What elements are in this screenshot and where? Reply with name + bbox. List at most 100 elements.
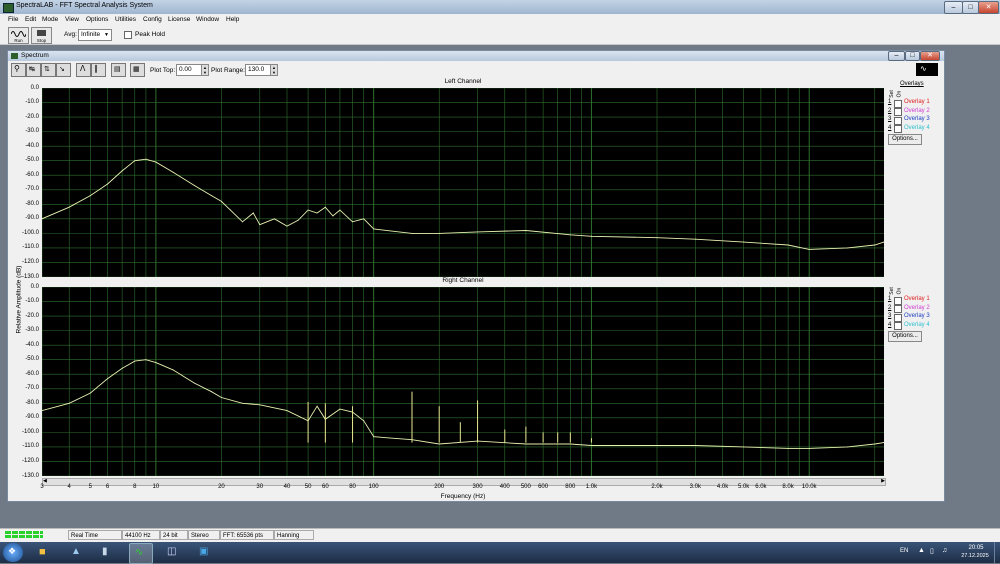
menu-config[interactable]: Config	[143, 16, 162, 23]
right-options-button[interactable]: Options...	[888, 331, 922, 342]
menu-window[interactable]: Window	[196, 16, 219, 23]
plot-top-input[interactable]: 0.00	[176, 64, 202, 76]
peak-marker-button[interactable]: Λ	[76, 63, 91, 77]
avg-label: Avg:	[64, 31, 77, 38]
volume-icon[interactable]: ♫	[942, 547, 947, 554]
clock-date[interactable]: 27.12.2025	[958, 553, 992, 559]
left-data-point	[438, 232, 440, 234]
menu-options[interactable]: Options	[86, 16, 108, 23]
left-y-tick-label: -100.0	[21, 229, 39, 236]
right-overlay-checkbox-2[interactable]	[894, 305, 902, 313]
left-channel-plot[interactable]	[41, 87, 885, 278]
copy-icon: ▤	[114, 66, 121, 73]
plot-top-spinner[interactable]: ▲ ▼	[201, 64, 209, 76]
plot-range-input[interactable]: 130.0	[245, 64, 271, 76]
avg-select[interactable]: Infinite ▼	[78, 29, 112, 41]
zoom-tool-button[interactable]: ⚲	[11, 63, 26, 77]
left-overlay-checkbox-2[interactable]	[894, 108, 902, 116]
menu-file[interactable]: File	[8, 16, 18, 23]
left-overlay-checkbox-4[interactable]	[894, 125, 902, 133]
copy-button[interactable]: ▤	[111, 63, 126, 77]
spectralab-icon: ∿	[135, 547, 144, 558]
x-tick-label: 20	[218, 484, 225, 490]
stop-icon	[37, 30, 46, 36]
right-y-tick-label: -100.0	[21, 428, 39, 435]
minimize-button[interactable]: –	[944, 1, 963, 14]
menu-license[interactable]: License	[168, 16, 190, 23]
left-data-point	[339, 209, 341, 211]
menu-mode[interactable]: Mode	[42, 16, 58, 23]
taskbar-app-3[interactable]: ▮	[97, 543, 119, 562]
right-y-tick-label: -70.0	[25, 385, 39, 392]
spectrum-maximize-button[interactable]: □	[905, 51, 920, 61]
maximize-button[interactable]: □	[962, 1, 979, 14]
menu-edit[interactable]: Edit	[25, 16, 36, 23]
taskbar-app-6[interactable]: ▣	[194, 543, 216, 562]
language-indicator[interactable]: EN	[900, 548, 908, 554]
left-data-point	[252, 212, 254, 214]
start-button[interactable]: ❖	[3, 543, 23, 562]
spectrum-titlebar: Spectrum – □ ✕	[8, 51, 944, 61]
clock-time[interactable]: 20:05	[962, 545, 990, 551]
right-overlay-label-4: Overlay 4	[904, 321, 930, 328]
taskbar-explorer[interactable]: ■	[35, 543, 57, 562]
settings-button[interactable]: ▦	[130, 63, 145, 77]
tray-arrow-icon[interactable]: ▲	[918, 547, 925, 554]
right-overlay-checkbox-1[interactable]	[894, 296, 902, 305]
toolbar: Run Stop Avg: Infinite ▼ Peak Hold	[0, 26, 1000, 45]
zoom-x-button[interactable]: ↹	[26, 63, 41, 77]
left-overlay-set-4[interactable]: 4	[888, 125, 891, 131]
left-y-tick-label: -130.0	[21, 273, 39, 280]
status-window: Hanning	[274, 530, 314, 540]
show-desktop-button[interactable]	[994, 542, 1000, 563]
left-data-point	[332, 215, 334, 217]
bar-display-button[interactable]: ∥	[91, 63, 106, 77]
left-overlay-set-3[interactable]: 3	[888, 116, 891, 122]
right-y-tick-label: -110.0	[22, 443, 39, 450]
network-icon[interactable]: ▯	[930, 547, 934, 555]
right-data-point	[656, 444, 658, 446]
plot-range-spinner[interactable]: ▲ ▼	[270, 64, 278, 76]
stop-button[interactable]: Stop	[31, 27, 52, 44]
close-button[interactable]: ✕	[978, 1, 999, 14]
menu-help[interactable]: Help	[226, 16, 239, 23]
right-data-point	[569, 443, 571, 445]
status-channels: Stereo	[188, 530, 220, 540]
signal-generator-button[interactable]: ∿	[916, 63, 938, 76]
left-channel-title: Left Channel	[444, 78, 482, 85]
spectrum-minimize-button[interactable]: –	[888, 51, 905, 61]
right-overlay-checkbox-4[interactable]	[894, 322, 902, 330]
spectrum-close-button[interactable]: ✕	[920, 51, 940, 61]
left-overlay-checkbox-3[interactable]	[894, 116, 902, 125]
right-channel-chart	[41, 286, 885, 477]
taskbar: ❖ ■ ▲ ▮ ∿ ◫ ▣ EN ▲ ▯ ♫ 20:05 27.12.2025	[0, 542, 1000, 564]
left-options-button[interactable]: Options...	[888, 134, 922, 145]
menu-view[interactable]: View	[65, 16, 79, 23]
left-overlay-set-1[interactable]: 1	[888, 99, 891, 105]
left-overlay-checkbox-1[interactable]	[894, 99, 902, 108]
right-channel-plot[interactable]	[41, 286, 885, 477]
right-overlay-set-4[interactable]: 4	[888, 322, 891, 328]
taskbar-spectralab[interactable]: ∿	[129, 543, 153, 564]
right-overlay-set-3[interactable]: 3	[888, 313, 891, 319]
right-overlay-set-1[interactable]: 1	[888, 296, 891, 302]
folder-icon: ■	[39, 546, 46, 558]
right-on-label: On	[896, 287, 903, 295]
right-data-point	[68, 402, 70, 404]
left-data-point	[297, 219, 299, 221]
taskbar-app-2[interactable]: ▲	[66, 543, 88, 562]
right-y-tick-label: -30.0	[25, 327, 39, 334]
peak-hold-checkbox[interactable]	[124, 31, 132, 39]
left-data-point	[68, 206, 70, 208]
taskbar-app-5[interactable]: ◫	[162, 543, 184, 562]
left-overlay-set-2[interactable]: 2	[888, 108, 891, 114]
right-overlay-set-2[interactable]: 2	[888, 305, 891, 311]
left-data-point	[373, 228, 375, 230]
left-data-point	[229, 209, 231, 211]
left-y-tick-label: -40.0	[25, 142, 39, 149]
zoom-y-button[interactable]: ⇅	[41, 63, 56, 77]
menu-utilities[interactable]: Utilities	[115, 16, 136, 23]
run-button[interactable]: Run	[8, 27, 29, 44]
zoom-out-button[interactable]: ↘	[56, 63, 71, 77]
right-overlay-checkbox-3[interactable]	[894, 313, 902, 322]
